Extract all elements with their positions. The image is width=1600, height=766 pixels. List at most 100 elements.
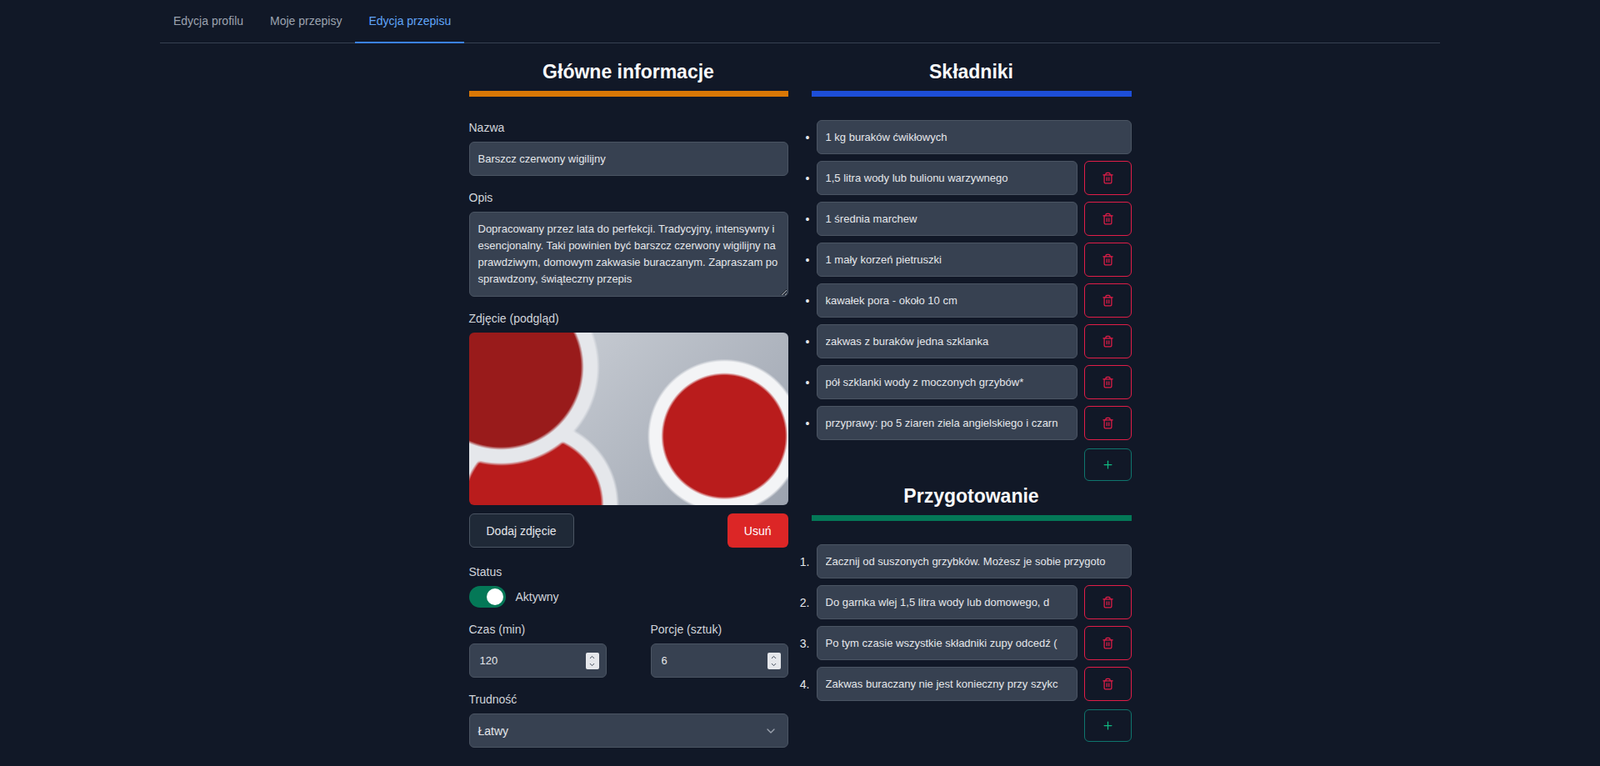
number-field: Czas (min) — [469, 621, 607, 678]
field-label: Trudność — [469, 691, 789, 707]
chevron-down-icon — [588, 660, 596, 669]
switch-knob — [486, 588, 504, 605]
photo-actions: Dodaj zdjęcie Usuń — [469, 513, 789, 548]
field-label: Status — [469, 564, 789, 580]
bullet: • — [801, 171, 810, 185]
ingredient-row: • — [801, 283, 1132, 318]
main-info-panel: Główne informacje Nazwa Opis Dopracowany pr… — [469, 58, 789, 762]
add-photo-button[interactable]: Dodaj zdjęcie — [469, 513, 575, 548]
step-input[interactable] — [816, 666, 1078, 701]
status-switch[interactable] — [469, 585, 506, 608]
delete-button[interactable] — [1084, 625, 1132, 660]
status-toggle-row: Aktywny — [469, 585, 789, 608]
step-list: 1.2.3.4. — [811, 544, 1132, 701]
number-box — [650, 643, 789, 678]
remove-photo-button[interactable]: Usuń — [727, 513, 789, 548]
tab[interactable]: Moje przepisy — [256, 0, 355, 44]
delete-button[interactable] — [1084, 201, 1132, 236]
section-heading: Główne informacje — [469, 58, 789, 85]
step-number: 1. — [798, 555, 810, 569]
ingredient-input[interactable] — [816, 120, 1132, 155]
photo-preview — [469, 332, 789, 505]
number-field: Porcje (sztuk) — [650, 621, 789, 678]
ingredient-input[interactable] — [816, 324, 1078, 359]
ingredient-input[interactable] — [816, 160, 1078, 195]
bullet: • — [801, 335, 810, 349]
delete-button[interactable] — [1084, 242, 1132, 277]
trash-icon — [1101, 171, 1115, 185]
ingredient-input[interactable] — [816, 201, 1078, 236]
step-input[interactable] — [816, 625, 1078, 660]
name-input[interactable] — [469, 141, 789, 176]
status-text: Aktywny — [515, 590, 560, 604]
ingredient-input[interactable] — [816, 405, 1078, 440]
trash-icon — [1101, 335, 1115, 348]
page: Edycja profiluMoje przepisyEdycja przepi… — [0, 0, 1600, 766]
chevron-down-icon — [770, 660, 778, 669]
ingredient-row: • — [801, 405, 1132, 440]
trash-icon — [1101, 416, 1115, 430]
field-label: Czas (min) — [469, 621, 607, 637]
step-row: 1. — [801, 544, 1132, 579]
delete-button[interactable] — [1084, 405, 1132, 440]
tab[interactable]: Edycja przepisu — [355, 0, 465, 44]
step-number: 4. — [798, 677, 810, 691]
section-bar — [811, 90, 1132, 97]
editor: Główne informacje Nazwa Opis Dopracowany pr… — [0, 43, 1600, 762]
add-row — [811, 709, 1132, 742]
ingredient-row: • — [801, 120, 1132, 155]
recipe-lists-panel: Składniki••••••••Przygotowanie1.2.3.4. — [811, 58, 1132, 762]
number-input[interactable] — [478, 653, 586, 668]
delete-button[interactable] — [1084, 585, 1132, 620]
trash-icon — [1101, 677, 1115, 690]
bullet: • — [801, 253, 810, 267]
field-label: Porcje (sztuk) — [650, 621, 789, 637]
ingredient-input[interactable] — [816, 283, 1078, 318]
plus-icon — [1101, 719, 1115, 732]
spinner[interactable] — [767, 652, 781, 670]
numbers-row: Czas (min) Porcje (sztuk) — [469, 621, 789, 692]
add-ingredient-button[interactable] — [1084, 448, 1132, 481]
step-row: 4. — [801, 666, 1132, 701]
tab-bar: Edycja profiluMoje przepisyEdycja przepi… — [160, 0, 1440, 44]
step-input[interactable] — [816, 544, 1132, 579]
delete-button[interactable] — [1084, 365, 1132, 400]
ingredient-row: • — [801, 242, 1132, 277]
chevron-up-icon — [588, 653, 596, 661]
ingredient-row: • — [801, 365, 1132, 400]
number-box — [469, 643, 607, 678]
field-label: Zdjęcie (podgląd) — [469, 310, 789, 326]
bullet: • — [801, 130, 810, 145]
difficulty-select[interactable]: Łatwy — [469, 713, 789, 748]
field-label: Nazwa — [469, 120, 789, 135]
name-field: Nazwa — [469, 120, 789, 176]
description-field: Opis Dopracowany przez lata do perfekcji.… — [469, 190, 789, 297]
trash-icon — [1101, 294, 1115, 307]
delete-button[interactable] — [1084, 324, 1132, 359]
field-label: Opis — [469, 190, 789, 205]
spinner[interactable] — [585, 652, 600, 670]
bullet: • — [801, 212, 810, 226]
section-bar — [469, 90, 789, 97]
plus-icon — [1101, 458, 1115, 471]
step-input[interactable] — [816, 585, 1078, 620]
trash-icon — [1101, 375, 1115, 389]
ingredient-input[interactable] — [816, 242, 1078, 277]
ingredient-row: • — [801, 201, 1132, 236]
section-heading: Przygotowanie — [811, 482, 1132, 510]
description-input[interactable]: Dopracowany przez lata do perfekcji. Tra… — [469, 211, 789, 297]
section-bar — [811, 515, 1132, 521]
chevron-down-icon — [764, 724, 778, 738]
add-step-button[interactable] — [1084, 709, 1132, 742]
step-number: 2. — [798, 595, 810, 610]
trash-icon — [1101, 636, 1115, 650]
step-row: 2. — [801, 585, 1132, 620]
ingredient-row: • — [801, 160, 1132, 195]
delete-button[interactable] — [1084, 666, 1132, 701]
delete-button[interactable] — [1084, 283, 1132, 318]
status-field: Status Aktywny — [469, 564, 789, 608]
tab[interactable]: Edycja profilu — [160, 0, 257, 44]
delete-button[interactable] — [1084, 160, 1132, 195]
number-input[interactable] — [660, 653, 768, 668]
ingredient-input[interactable] — [816, 365, 1078, 400]
